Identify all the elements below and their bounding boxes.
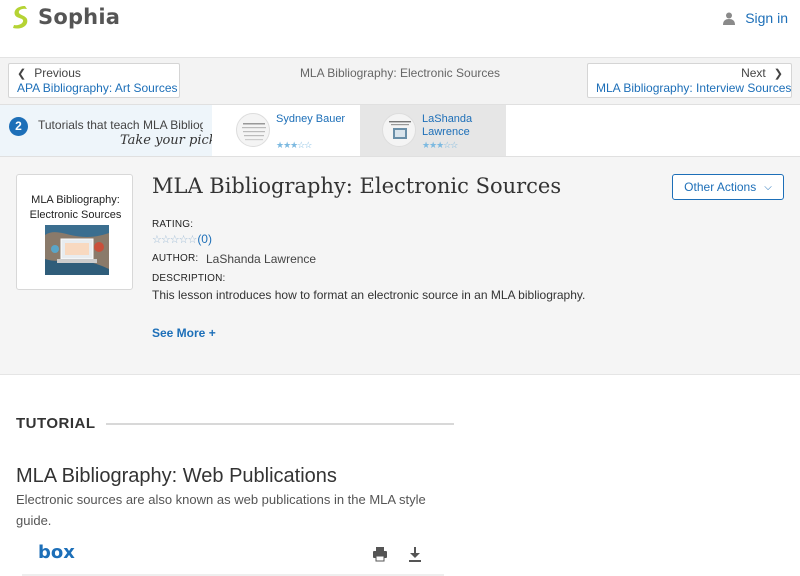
take-your-pick-label: Take your pick: xyxy=(120,133,212,148)
cover-title: MLA Bibliography: Electronic Sources xyxy=(29,194,122,221)
nav-center-title: MLA Bibliography: Electronic Sources xyxy=(299,66,501,80)
page-title: MLA Bibliography: Electronic Sources xyxy=(152,174,562,198)
chevron-down-icon: ⌵ xyxy=(764,181,772,193)
tutorials-strip: 2 Tutorials that teach MLA Bibliog Take … xyxy=(0,105,800,157)
author-name: LaShanda Lawrence xyxy=(206,252,317,266)
previous-lesson-link[interactable]: APA Bibliography: Art Sources xyxy=(17,81,178,95)
other-actions-dropdown[interactable]: Other Actions ⌵ xyxy=(672,174,784,200)
tutorial-card-selected[interactable]: LaShanda Lawrence ★★★☆☆ xyxy=(360,105,506,156)
tutorial-count-badge: 2 xyxy=(9,117,28,136)
tutorial-description: Electronic sources are also known as web… xyxy=(16,492,426,528)
tutorial-author[interactable]: LaShanda Lawrence xyxy=(422,113,506,139)
rating-label: RATING: xyxy=(152,219,194,230)
rating-stars[interactable]: ☆☆☆☆☆ xyxy=(152,233,197,246)
site-header: Sophia Sign in xyxy=(0,0,800,58)
tutorials-strip-header: 2 Tutorials that teach MLA Bibliog Take … xyxy=(0,105,212,156)
tutorial-thumbnail xyxy=(236,113,270,147)
lesson-info: MLA Bibliography: Electronic Sources MLA… xyxy=(0,157,800,375)
logo-text: Sophia xyxy=(38,5,121,29)
lesson-cover: MLA Bibliography: Electronic Sources xyxy=(16,174,133,290)
see-more-link[interactable]: See More + xyxy=(152,326,216,340)
lesson-description: This lesson introduces how to format an … xyxy=(152,288,586,302)
download-icon[interactable] xyxy=(407,546,423,562)
description-label: DESCRIPTION: xyxy=(152,273,226,284)
tutorials-strip-title: Tutorials that teach MLA Bibliog xyxy=(38,118,203,132)
rating-widget[interactable]: ☆☆☆☆☆ (0) xyxy=(152,232,212,246)
print-icon[interactable] xyxy=(372,546,388,562)
cover-illustration xyxy=(45,225,109,275)
next-lesson-link[interactable]: MLA Bibliography: Interview Sources xyxy=(596,81,791,95)
tutorial-title: MLA Bibliography: Web Publications xyxy=(16,465,337,487)
tutorial-rating-stars: ★★★☆☆ xyxy=(276,140,312,150)
sophia-logo-icon xyxy=(13,6,28,29)
user-icon xyxy=(723,12,736,25)
tutorial-author[interactable]: Sydney Bauer xyxy=(276,113,345,126)
tutorial-rating-stars: ★★★☆☆ xyxy=(422,140,458,150)
sign-in-label: Sign in xyxy=(745,10,788,26)
other-actions-label: Other Actions xyxy=(684,180,757,194)
tutorial-card[interactable]: Sydney Bauer ★★★☆☆ xyxy=(214,105,360,156)
lesson-thumbnail-icon xyxy=(389,121,411,139)
section-label: TUTORIAL xyxy=(16,415,96,432)
document-thumbnail-icon xyxy=(242,123,266,141)
tutorial-section-header: TUTORIAL xyxy=(16,415,454,432)
box-logo: box xyxy=(38,542,75,563)
rating-count[interactable]: (0) xyxy=(197,232,212,246)
author-label: AUTHOR: xyxy=(152,253,199,264)
tutorial-thumbnail xyxy=(382,113,416,147)
section-divider xyxy=(105,422,454,425)
sophia-logo[interactable]: Sophia xyxy=(10,4,120,30)
document-viewer-toolbar: box xyxy=(22,540,444,576)
sign-in-button[interactable]: Sign in xyxy=(723,10,788,26)
